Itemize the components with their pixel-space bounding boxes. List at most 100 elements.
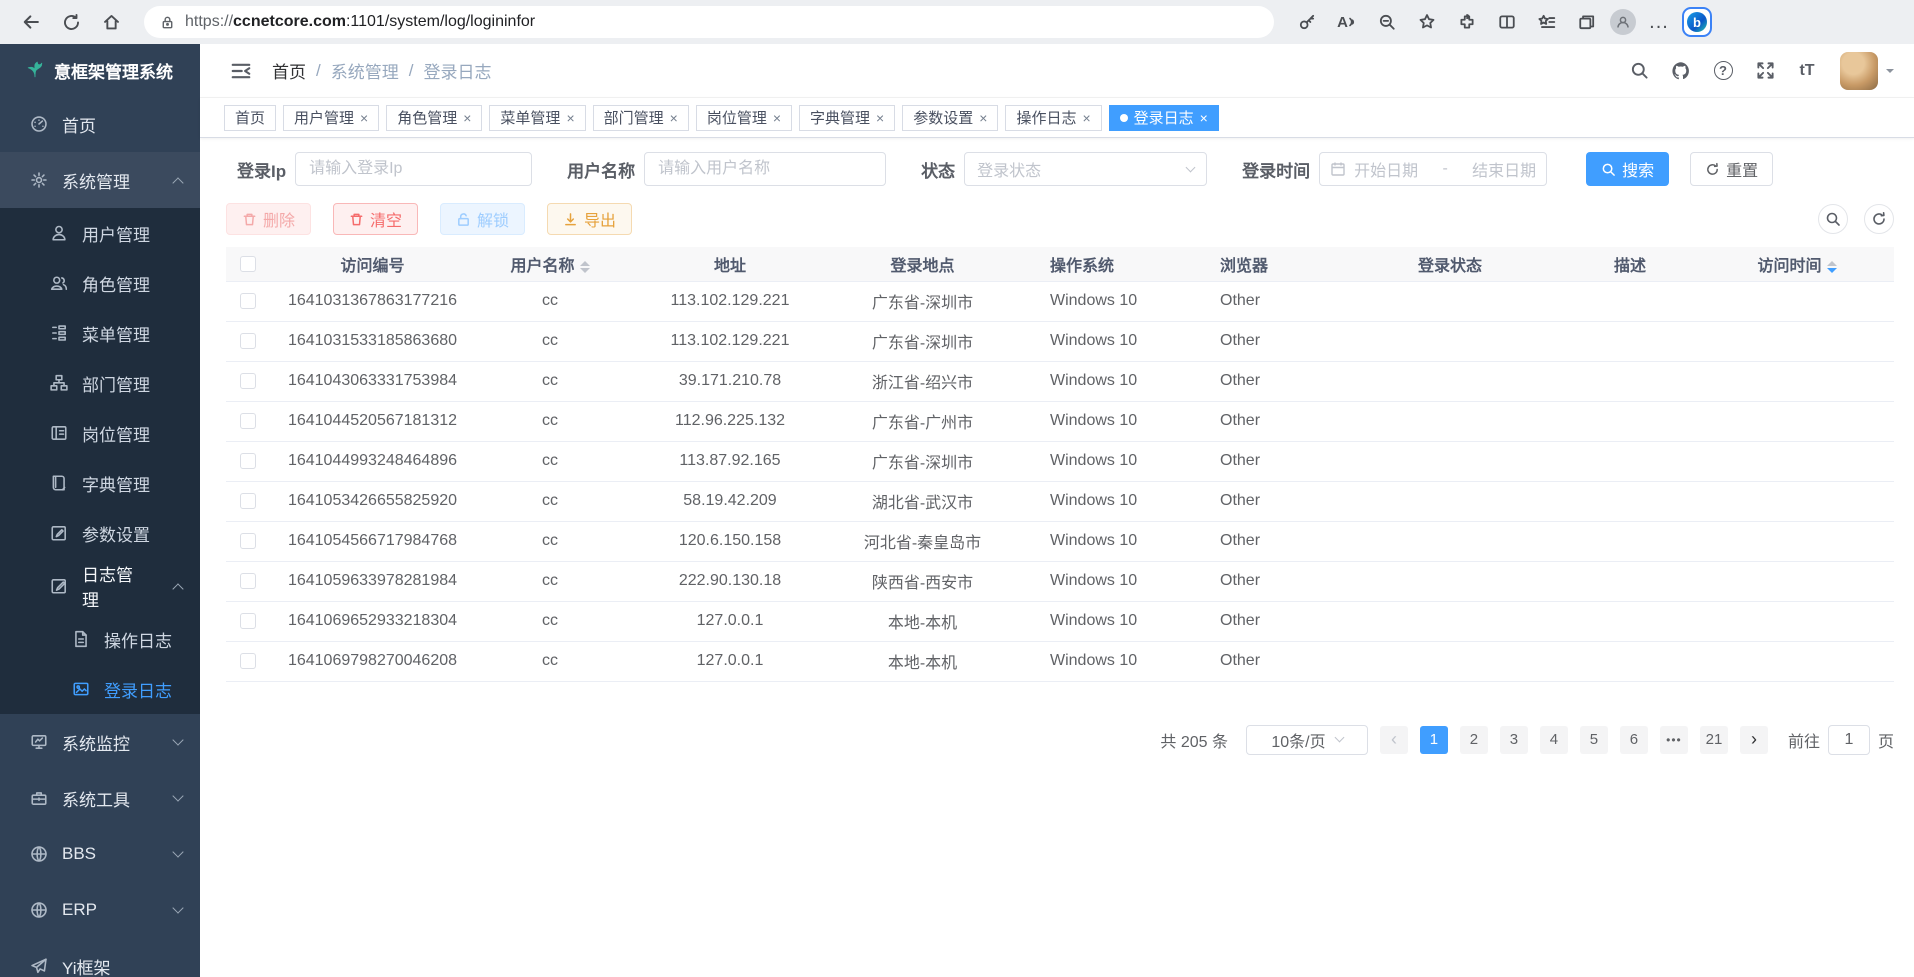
row-checkbox[interactable]	[240, 653, 256, 669]
prev-page-button[interactable]: ‹	[1380, 726, 1408, 754]
reset-button[interactable]: 重置	[1690, 152, 1773, 186]
close-icon[interactable]: ×	[876, 110, 884, 126]
user-avatar[interactable]	[1840, 52, 1878, 90]
page-size-select[interactable]: 10条/页	[1246, 725, 1368, 755]
unlock-button[interactable]: 解锁	[440, 203, 525, 235]
sidebar-item-operation-log[interactable]: 操作日志	[0, 614, 200, 664]
close-icon[interactable]: ×	[1200, 110, 1208, 126]
tab-operation-log[interactable]: 操作日志×	[1005, 105, 1101, 131]
favorite-star-icon[interactable]	[1410, 5, 1444, 39]
help-icon[interactable]: ?	[1706, 54, 1740, 88]
table-row[interactable]: 1641069798270046208cc127.0.0.1本地-本机Windo…	[226, 641, 1894, 681]
close-icon[interactable]: ×	[773, 110, 781, 126]
sidebar-item-post-management[interactable]: 岗位管理	[0, 408, 200, 458]
sidebar-item-login-log[interactable]: 登录日志	[0, 664, 200, 714]
header-search-icon[interactable]	[1622, 54, 1656, 88]
copilot-icon[interactable]: b	[1682, 7, 1712, 37]
col-user-name[interactable]: 用户名称	[475, 247, 625, 281]
row-checkbox[interactable]	[240, 453, 256, 469]
table-row[interactable]: 1641053426655825920cc58.19.42.209湖北省-武汉市…	[226, 481, 1894, 521]
tab-post-management[interactable]: 岗位管理×	[696, 105, 792, 131]
app-logo[interactable]: 意框架管理系统	[0, 44, 200, 96]
row-checkbox[interactable]	[240, 533, 256, 549]
table-row[interactable]: 1641054566717984768cc120.6.150.158河北省-秦皇…	[226, 521, 1894, 561]
sidebar-item-system-monitor[interactable]: 系统监控	[0, 714, 200, 770]
sidebar-item-menu-management[interactable]: 菜单管理	[0, 308, 200, 358]
sidebar-item-dept-management[interactable]: 部门管理	[0, 358, 200, 408]
zoom-icon[interactable]	[1370, 5, 1404, 39]
col-visit-time[interactable]: 访问时间	[1700, 247, 1894, 281]
close-icon[interactable]: ×	[1082, 110, 1090, 126]
sidebar-item-log-management[interactable]: 日志管理	[0, 558, 200, 614]
browser-home-icon[interactable]	[94, 5, 128, 39]
tab-dict-management[interactable]: 字典管理×	[799, 105, 895, 131]
page-button-6[interactable]: 6	[1620, 726, 1648, 754]
date-start[interactable]: 开始日期	[1354, 157, 1418, 181]
sidebar-item-role-management[interactable]: 角色管理	[0, 258, 200, 308]
sort-carets[interactable]	[1827, 261, 1837, 273]
row-checkbox[interactable]	[240, 493, 256, 509]
breadcrumb-system[interactable]: 系统管理	[331, 58, 399, 83]
table-row[interactable]: 1641044993248464896cc113.87.92.165广东省-深圳…	[226, 441, 1894, 481]
table-row[interactable]: 1641069652933218304cc127.0.0.1本地-本机Windo…	[226, 601, 1894, 641]
extensions-icon[interactable]	[1450, 5, 1484, 39]
user-name-input[interactable]	[644, 152, 886, 186]
sort-carets[interactable]	[580, 261, 590, 273]
tab-param-settings[interactable]: 参数设置×	[902, 105, 998, 131]
row-checkbox[interactable]	[240, 293, 256, 309]
tab-menu-management[interactable]: 菜单管理×	[489, 105, 585, 131]
sidebar-item-home[interactable]: 首页	[0, 96, 200, 152]
browser-back-icon[interactable]	[14, 5, 48, 39]
search-button[interactable]: 搜索	[1586, 152, 1669, 186]
address-bar[interactable]: https://ccnetcore.com:1101/system/log/lo…	[144, 6, 1274, 38]
page-button-21[interactable]: 21	[1700, 726, 1728, 754]
status-select[interactable]: 登录状态	[964, 152, 1207, 186]
table-row[interactable]: 1641031533185863680cc113.102.129.221广东省-…	[226, 321, 1894, 361]
sidebar-item-dict-management[interactable]: 字典管理	[0, 458, 200, 508]
login-ip-input[interactable]	[295, 152, 532, 186]
clear-button[interactable]: 清空	[333, 203, 418, 235]
sidebar-item-yi-framework[interactable]: Yi框架	[0, 938, 200, 977]
table-row[interactable]: 1641031367863177216cc113.102.129.221广东省-…	[226, 281, 1894, 321]
sidebar-item-system-tools[interactable]: 系统工具	[0, 770, 200, 826]
sidebar-item-bbs[interactable]: BBS	[0, 826, 200, 882]
table-row[interactable]: 1641044520567181312cc112.96.225.132广东省-广…	[226, 401, 1894, 441]
row-checkbox[interactable]	[240, 613, 256, 629]
row-checkbox[interactable]	[240, 373, 256, 389]
table-row[interactable]: 1641043063331753984cc39.171.210.78浙江省-绍兴…	[226, 361, 1894, 401]
password-key-icon[interactable]	[1290, 5, 1324, 39]
more-pages-button[interactable]: •••	[1660, 726, 1688, 754]
sidebar-item-param-settings[interactable]: 参数设置	[0, 508, 200, 558]
goto-page-input[interactable]	[1828, 725, 1870, 755]
favorites-bar-icon[interactable]	[1530, 5, 1564, 39]
collections-icon[interactable]	[1570, 5, 1604, 39]
table-search-toggle-icon[interactable]	[1818, 204, 1848, 234]
tab-role-management[interactable]: 角色管理×	[386, 105, 482, 131]
font-size-icon[interactable]: tT	[1790, 54, 1824, 88]
sidebar-toggle-icon[interactable]	[224, 54, 258, 88]
row-checkbox[interactable]	[240, 333, 256, 349]
select-all-checkbox[interactable]	[240, 256, 256, 272]
row-checkbox[interactable]	[240, 573, 256, 589]
close-icon[interactable]: ×	[670, 110, 678, 126]
table-row[interactable]: 1641059633978281984cc222.90.130.18陕西省-西安…	[226, 561, 1894, 601]
date-end[interactable]: 结束日期	[1472, 157, 1536, 181]
close-icon[interactable]: ×	[463, 110, 471, 126]
avatar-dropdown-caret[interactable]	[1886, 69, 1894, 77]
tab-login-log[interactable]: 登录日志×	[1109, 105, 1219, 131]
sidebar-item-erp[interactable]: ERP	[0, 882, 200, 938]
page-button-1[interactable]: 1	[1420, 726, 1448, 754]
sidebar-item-user-management[interactable]: 用户管理	[0, 208, 200, 258]
browser-menu-icon[interactable]: ...	[1642, 5, 1676, 39]
read-aloud-icon[interactable]: A	[1330, 5, 1364, 39]
page-button-3[interactable]: 3	[1500, 726, 1528, 754]
table-refresh-icon[interactable]	[1864, 204, 1894, 234]
export-button[interactable]: 导出	[547, 203, 632, 235]
next-page-button[interactable]: ›	[1740, 726, 1768, 754]
github-icon[interactable]	[1664, 54, 1698, 88]
tab-dept-management[interactable]: 部门管理×	[593, 105, 689, 131]
sidebar-item-system-management[interactable]: 系统管理	[0, 152, 200, 208]
tab-home[interactable]: 首页	[224, 105, 276, 131]
close-icon[interactable]: ×	[360, 110, 368, 126]
fullscreen-icon[interactable]	[1748, 54, 1782, 88]
